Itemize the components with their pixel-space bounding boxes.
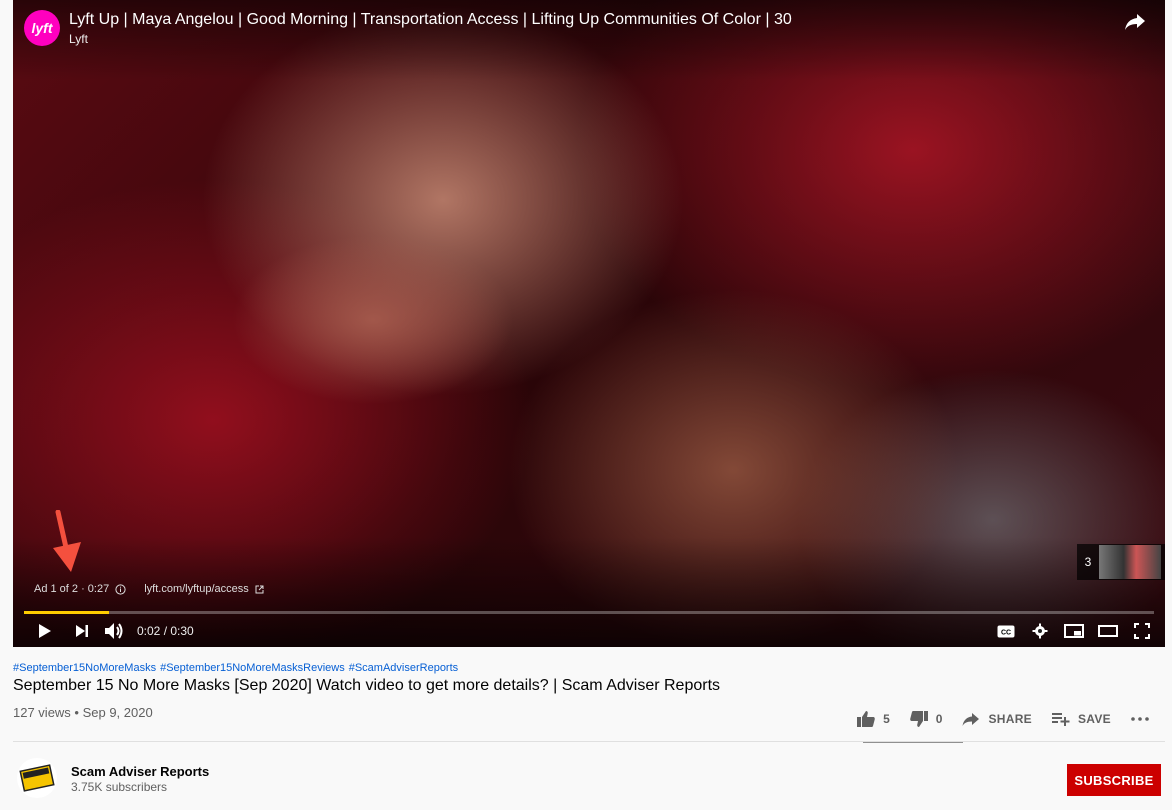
settings-button[interactable]	[1029, 618, 1051, 644]
upcoming-video-preview[interactable]: 3	[1077, 544, 1165, 580]
share-button[interactable]: SHARE	[952, 712, 1042, 726]
dislike-button[interactable]: 0	[900, 711, 953, 727]
share-icon	[962, 713, 980, 726]
save-button[interactable]: SAVE	[1042, 712, 1121, 726]
svg-text:CC: CC	[1001, 629, 1011, 636]
next-button[interactable]	[65, 618, 99, 644]
mute-button[interactable]	[99, 618, 129, 644]
share-label: SHARE	[988, 712, 1032, 726]
like-count: 5	[883, 712, 890, 726]
ad-link[interactable]: lyft.com/lyftup/access	[144, 583, 249, 595]
views-and-date: 127 views • Sep 9, 2020	[13, 705, 153, 720]
channel-name[interactable]: Scam Adviser Reports	[71, 764, 209, 779]
video-player[interactable]: lyft Lyft Up | Maya Angelou | Good Morni…	[13, 0, 1165, 647]
thumbs-up-icon	[857, 711, 875, 727]
captions-icon: CC	[997, 625, 1015, 637]
volume-icon	[105, 623, 123, 639]
time-display: 0:02 / 0:30	[137, 624, 194, 638]
skip-next-icon	[76, 625, 88, 637]
right-controls: CC	[995, 618, 1153, 644]
video-info: #September15NoMoreMasks #September15NoMo…	[13, 662, 1165, 743]
more-actions-button[interactable]	[1121, 717, 1159, 721]
upcoming-thumbnail[interactable]	[1099, 545, 1161, 579]
fullscreen-icon	[1134, 623, 1150, 639]
video-title: September 15 No More Masks [Sep 2020] Wa…	[13, 677, 721, 694]
upcoming-count: 3	[1084, 555, 1092, 569]
red-arrow-annotation	[53, 510, 81, 572]
ad-counter: Ad 1 of 2 · 0:27	[34, 583, 110, 595]
play-button[interactable]	[25, 618, 65, 644]
gear-icon	[1032, 623, 1048, 639]
video-actions: 5 0 SHARE SAVE	[847, 711, 1159, 727]
save-label: SAVE	[1078, 712, 1111, 726]
advertiser-logo-text: lyft	[31, 20, 53, 36]
miniplayer-button[interactable]	[1063, 618, 1085, 644]
video-meta-row: 127 views • Sep 9, 2020 5 0 SHARE SAVE	[13, 703, 1165, 743]
theater-mode-button[interactable]	[1097, 618, 1119, 644]
share-icon[interactable]	[1123, 12, 1147, 32]
channel-row: Scam Adviser Reports 3.75K subscribers S…	[13, 758, 1165, 802]
progress-bar[interactable]	[24, 611, 1154, 614]
info-icon[interactable]	[115, 583, 126, 595]
ad-info: Ad 1 of 2 · 0:27 lyft.com/lyftup/access	[34, 583, 264, 595]
external-link-icon[interactable]	[255, 585, 264, 594]
warning-sign-icon	[18, 759, 56, 797]
subscriber-count: 3.75K subscribers	[71, 780, 168, 794]
ad-channel-name[interactable]: Lyft	[69, 32, 88, 46]
fullscreen-button[interactable]	[1131, 618, 1153, 644]
miniplayer-icon	[1064, 624, 1084, 638]
player-controls: 0:02 / 0:30 CC	[13, 618, 1165, 644]
theater-icon	[1098, 625, 1118, 637]
divider	[13, 741, 1165, 742]
dislike-count: 0	[935, 712, 943, 726]
progress-fill	[24, 611, 109, 614]
channel-avatar[interactable]	[17, 758, 57, 798]
subscribe-button[interactable]: SUBSCRIBE	[1067, 764, 1161, 796]
hashtag-link[interactable]: #September15NoMoreMasksReviews	[160, 662, 345, 674]
captions-button[interactable]: CC	[995, 618, 1017, 644]
thumbs-down-icon	[910, 711, 928, 727]
like-button[interactable]: 5	[847, 711, 900, 727]
playlist-add-icon	[1052, 713, 1070, 726]
hashtag-list: #September15NoMoreMasks #September15NoMo…	[13, 662, 1165, 674]
ad-title[interactable]: Lyft Up | Maya Angelou | Good Morning | …	[69, 11, 792, 29]
play-icon	[39, 624, 51, 638]
hashtag-link[interactable]: #ScamAdviserReports	[349, 662, 458, 674]
hashtag-link[interactable]: #September15NoMoreMasks	[13, 662, 156, 674]
more-horiz-icon	[1131, 717, 1149, 721]
advertiser-logo[interactable]: lyft	[24, 10, 60, 46]
